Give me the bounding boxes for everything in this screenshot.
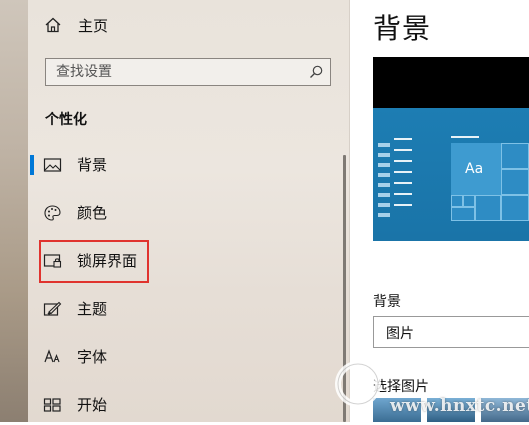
palette-icon [43, 204, 62, 222]
preview-tile [501, 195, 529, 221]
section-title: 个性化 [45, 112, 87, 128]
picture-icon [43, 156, 62, 174]
sidebar-item-label: 开始 [77, 396, 108, 414]
background-type-dropdown[interactable]: 图片 [373, 316, 529, 348]
picture-thumbnail[interactable] [373, 398, 421, 422]
background-label: 背景 [373, 294, 401, 310]
search-input[interactable] [46, 59, 306, 85]
desktop-wallpaper-strip [0, 0, 28, 422]
sidebar-item-fonts[interactable]: 字体 [28, 337, 343, 377]
pane-divider [349, 0, 350, 422]
nav-scrollbar[interactable] [343, 155, 346, 422]
home-icon [44, 16, 62, 34]
sidebar-item-lock-screen[interactable]: 锁屏界面 [28, 241, 343, 281]
sidebar-item-colors[interactable]: 颜色 [28, 193, 343, 233]
sidebar-item-start[interactable]: 开始 [28, 385, 343, 425]
lock-screen-icon [43, 252, 62, 270]
picture-thumbnail[interactable] [427, 398, 475, 422]
search-icon[interactable] [308, 64, 324, 80]
page-title: 背景 [373, 12, 432, 45]
choose-picture-label: 选择图片 [373, 379, 429, 395]
settings-search-box[interactable] [45, 58, 331, 86]
preview-menu-lines [394, 138, 412, 215]
preview-tile [501, 169, 529, 195]
preview-menu-column [378, 143, 390, 241]
home-nav-item[interactable]: 主页 [28, 10, 343, 40]
sidebar-item-label: 背景 [77, 156, 108, 174]
sidebar-item-label: 主题 [77, 300, 108, 318]
sidebar-item-themes[interactable]: 主题 [28, 289, 343, 329]
start-tiles-icon [43, 396, 62, 414]
preview-tile [501, 143, 529, 169]
preview-tile [475, 195, 501, 221]
background-preview: Aa [373, 57, 529, 241]
font-icon [43, 348, 62, 366]
sidebar-item-label: 锁屏界面 [77, 252, 138, 270]
preview-tile [451, 207, 475, 221]
picture-thumbnails [373, 398, 529, 422]
sidebar-item-background[interactable]: 背景 [28, 145, 343, 185]
preview-header-line [451, 136, 479, 138]
sidebar-item-label: 字体 [77, 348, 108, 366]
picture-thumbnail[interactable] [481, 398, 529, 422]
preview-tile [463, 195, 475, 207]
dropdown-selected-value: 图片 [386, 326, 414, 342]
preview-tile [451, 195, 463, 207]
preview-font-tile: Aa [451, 143, 501, 195]
home-label: 主页 [78, 17, 109, 35]
sidebar-item-label: 颜色 [77, 204, 108, 222]
theme-brush-icon [43, 300, 62, 318]
